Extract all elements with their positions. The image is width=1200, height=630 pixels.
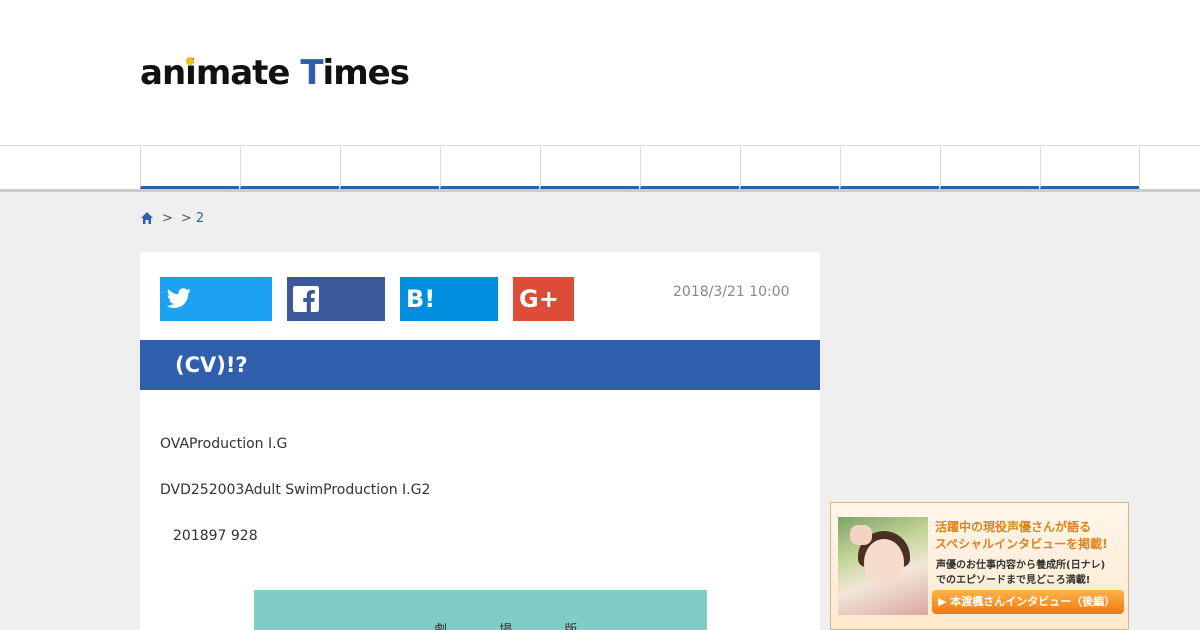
site-header: animate Times — [0, 0, 1200, 145]
google-plus-share-button[interactable]: G+ — [513, 277, 574, 321]
article-paragraph: 201897 928 — [173, 528, 258, 544]
facebook-share-button[interactable] — [287, 277, 385, 321]
nav-item-9[interactable] — [940, 146, 1039, 189]
article-paragraph: DVD252003Adult SwimProduction I.G2 — [160, 482, 431, 498]
home-icon[interactable] — [140, 211, 154, 225]
ad-photo — [838, 517, 928, 615]
ad-headline: 活躍中の現役声優さんが語る — [935, 520, 1092, 534]
article-title: (CV)!? — [175, 353, 248, 377]
facebook-icon — [293, 286, 319, 312]
nav-item-7[interactable] — [740, 146, 839, 189]
breadcrumb-separator: > — [162, 210, 173, 226]
ad-cta-button[interactable]: ▶ 本渡楓さんインタビュー（後編） — [932, 590, 1124, 614]
global-nav — [0, 145, 1200, 192]
nav-item-4[interactable] — [440, 146, 539, 189]
site-logo[interactable]: animate Times — [140, 52, 410, 94]
logo-text-3: imes — [322, 53, 410, 93]
twitter-icon — [166, 288, 192, 310]
hatena-bookmark-button[interactable]: B! — [400, 277, 498, 321]
hatena-icon: B! — [406, 285, 436, 313]
logo-text-t: T — [300, 53, 323, 93]
ad-subtext: でのエピソードまで見どころ満載! — [936, 575, 1091, 586]
nav-item-6[interactable] — [640, 146, 739, 189]
sidebar-ad-banner[interactable]: 活躍中の現役声優さんが語る スペシャルインタビューを掲載! 声優のお仕事内容から… — [830, 502, 1129, 630]
nav-item-3[interactable] — [340, 146, 439, 189]
nav-item-5[interactable] — [540, 146, 639, 189]
article-image-caption: 劇 場 版 — [434, 619, 601, 630]
article-paragraph: OVAProduction I.G — [160, 436, 288, 452]
logo-text-i: i — [185, 53, 197, 93]
breadcrumb-current: 2 — [195, 210, 205, 226]
breadcrumb-separator: > — [180, 210, 192, 226]
nav-item-10[interactable] — [1040, 146, 1139, 189]
nav-item-2[interactable] — [240, 146, 339, 189]
twitter-share-button[interactable] — [160, 277, 272, 321]
publish-date: 2018/3/21 10:00 — [673, 284, 790, 300]
nav-item-8[interactable] — [840, 146, 939, 189]
ad-headline: スペシャルインタビューを掲載! — [935, 537, 1108, 551]
article-title-bar: (CV)!? — [140, 340, 820, 390]
logo-text-1: an — [140, 53, 186, 93]
ad-subtext: 声優のお仕事内容から養成所(日ナレ) — [936, 560, 1106, 571]
nav-item-1[interactable] — [140, 146, 239, 189]
article-card: B! G+ 2018/3/21 10:00 (CV)!? OVAProducti… — [140, 252, 820, 630]
logo-text-2: mate — [195, 53, 301, 93]
article-image: 劇 場 版 — [254, 590, 707, 630]
google-plus-icon: G+ — [519, 285, 559, 313]
nav-item-end — [1139, 146, 1200, 189]
breadcrumb: > > 2 — [140, 209, 204, 227]
